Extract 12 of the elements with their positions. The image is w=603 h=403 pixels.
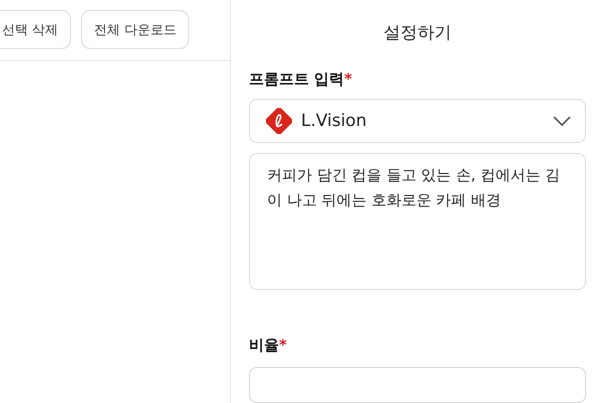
model-select[interactable]: L.Vision [249,99,586,144]
required-mark: * [279,336,287,356]
field-label: 비율 [249,336,279,356]
ratio-field[interactable] [249,367,586,403]
prompt-field[interactable]: 커피가 담긴 컵을 들고 있는 손, 컵에서는 김이 나고 뒤에는 호화로운 카페 배경 [249,153,586,290]
toolbar-button[interactable]: 전체 다운로드 [81,10,190,49]
required-mark: * [344,70,352,89]
field-label: 프롬프트 입력 [249,70,344,89]
chevron-down-icon [553,116,571,126]
panel-title: 설정하기 [382,22,452,44]
toolbar-button[interactable]: 선택 삭제 [0,10,72,49]
logo-icon [266,108,292,134]
